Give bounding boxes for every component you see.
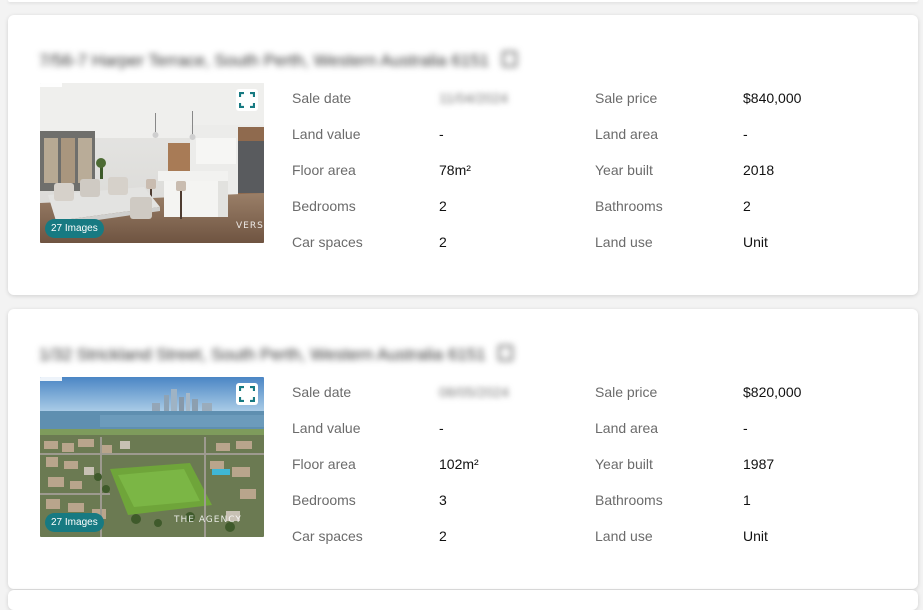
car-spaces-label: Car spaces <box>292 234 363 250</box>
photo-watermark: THE AGENCY <box>174 515 242 525</box>
land-value-value: - <box>439 420 444 436</box>
listing-details: Sale date 11/04/2024 Sale price $840,000… <box>292 88 892 268</box>
sale-date-value: 08/05/2024 <box>439 384 510 400</box>
details-row: Sale date 08/05/2024 Sale price $820,000 <box>292 382 892 402</box>
details-row: Floor area 78m² Year built 2018 <box>292 160 892 180</box>
car-spaces-value: 2 <box>439 234 447 250</box>
listing-address[interactable]: 1/32 Strickland Street, South Perth, Wes… <box>39 345 569 364</box>
land-area-value: - <box>743 420 748 436</box>
image-count-badge[interactable]: 27 Images <box>45 513 104 532</box>
copy-icon[interactable] <box>498 345 514 361</box>
land-use-label: Land use <box>595 528 653 544</box>
year-built-value: 1987 <box>743 456 775 472</box>
sale-date-value: 11/04/2024 <box>439 90 509 106</box>
sale-price-value: $820,000 <box>743 384 802 400</box>
floor-area-label: Floor area <box>292 162 356 178</box>
listing-photo[interactable]: VERSE 27 Images <box>40 83 264 243</box>
sale-date-label: Sale date <box>292 384 352 400</box>
listing-details: Sale date 08/05/2024 Sale price $820,000… <box>292 382 892 562</box>
details-row: Car spaces 2 Land use Unit <box>292 526 892 546</box>
sale-price-label: Sale price <box>595 90 658 106</box>
listing-address-text[interactable]: 7/56-7 Harper Terrace, South Perth, West… <box>39 51 489 70</box>
land-value-label: Land value <box>292 420 361 436</box>
details-row: Land value - Land area - <box>292 418 892 438</box>
photo-agency-tag <box>40 377 62 381</box>
details-row: Land value - Land area - <box>292 124 892 144</box>
land-use-value: Unit <box>743 528 768 544</box>
year-built-label: Year built <box>595 456 653 472</box>
details-row: Bedrooms 3 Bathrooms 1 <box>292 490 892 510</box>
expand-photo-button[interactable] <box>236 383 258 405</box>
copy-icon[interactable] <box>501 51 517 67</box>
land-value-label: Land value <box>292 126 361 142</box>
land-use-value: Unit <box>743 234 768 250</box>
sale-price-value: $840,000 <box>743 90 802 106</box>
sale-price-label: Sale price <box>595 384 658 400</box>
bathrooms-label: Bathrooms <box>595 198 663 214</box>
previous-card-edge <box>8 0 918 2</box>
bedrooms-label: Bedrooms <box>292 492 356 508</box>
car-spaces-label: Car spaces <box>292 528 363 544</box>
land-area-label: Land area <box>595 126 659 142</box>
year-built-label: Year built <box>595 162 653 178</box>
details-row: Car spaces 2 Land use Unit <box>292 232 892 252</box>
photo-watermark: VERSE <box>236 221 264 231</box>
expand-photo-button[interactable] <box>236 89 258 111</box>
sale-listing-card[interactable]: 7/56-7 Harper Terrace, South Perth, West… <box>8 15 918 295</box>
year-built-value: 2018 <box>743 162 775 178</box>
bedrooms-value: 2 <box>439 198 447 214</box>
sale-date-label: Sale date <box>292 90 352 106</box>
image-count-badge[interactable]: 27 Images <box>45 219 104 238</box>
details-row: Floor area 102m² Year built 1987 <box>292 454 892 474</box>
land-area-label: Land area <box>595 420 659 436</box>
car-spaces-value: 2 <box>439 528 447 544</box>
land-area-value: - <box>743 126 748 142</box>
listing-photo[interactable]: THE AGENCY 27 Images <box>40 377 264 537</box>
bedrooms-value: 3 <box>439 492 447 508</box>
bathrooms-label: Bathrooms <box>595 492 663 508</box>
photo-agency-tag <box>40 83 62 87</box>
expand-icon <box>239 386 255 402</box>
details-row: Sale date 11/04/2024 Sale price $840,000 <box>292 88 892 108</box>
bathrooms-value: 1 <box>743 492 751 508</box>
floor-area-label: Floor area <box>292 456 356 472</box>
next-card-edge <box>8 590 918 610</box>
details-row: Bedrooms 2 Bathrooms 2 <box>292 196 892 216</box>
floor-area-value: 102m² <box>439 456 479 472</box>
listing-address[interactable]: 7/56-7 Harper Terrace, South Perth, West… <box>39 51 569 70</box>
sale-listing-card[interactable]: 1/32 Strickland Street, South Perth, Wes… <box>8 309 918 589</box>
bedrooms-label: Bedrooms <box>292 198 356 214</box>
bathrooms-value: 2 <box>743 198 751 214</box>
land-use-label: Land use <box>595 234 653 250</box>
expand-icon <box>239 92 255 108</box>
floor-area-value: 78m² <box>439 162 471 178</box>
listing-address-text[interactable]: 1/32 Strickland Street, South Perth, Wes… <box>39 345 486 364</box>
land-value-value: - <box>439 126 444 142</box>
